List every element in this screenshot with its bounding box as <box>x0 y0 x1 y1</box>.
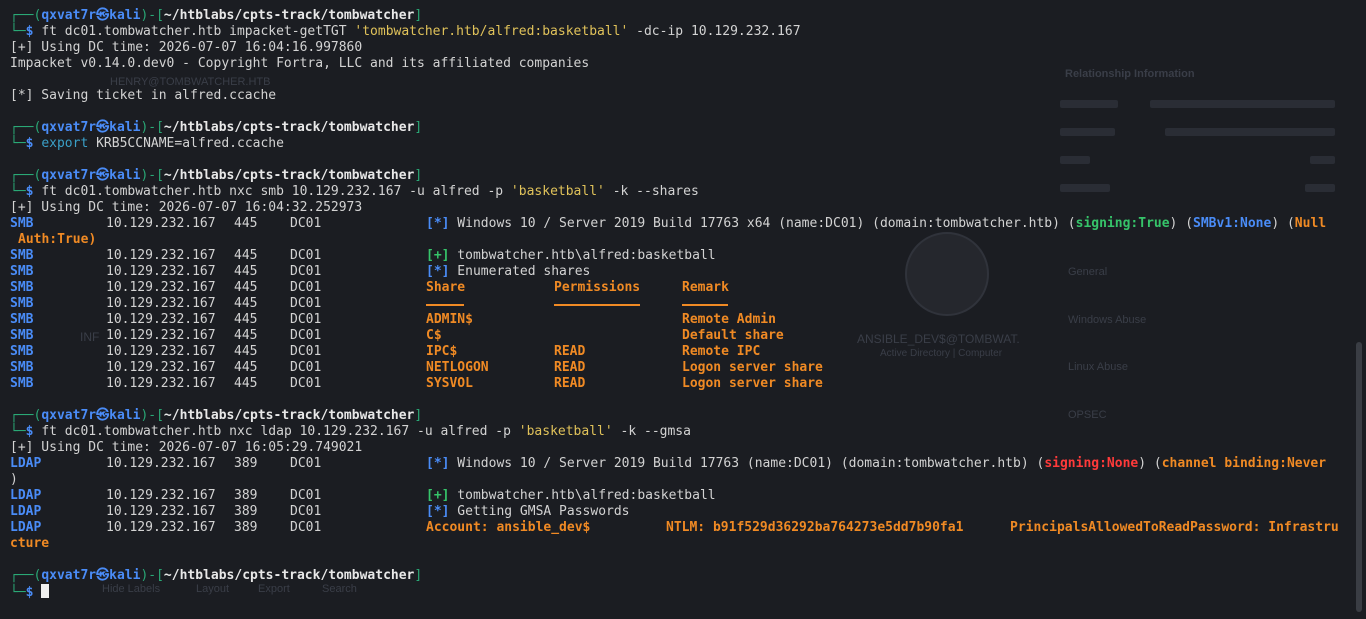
ldap-row: LDAP 10.129.232.167 389 DC01 [+] tombwatcher… <box>10 488 716 503</box>
output-line: Impacket v0.14.0.dev0 - Copyright Fortra… <box>10 56 590 71</box>
command-line: └─$ ft dc01.tombwatcher.htb nxc ldap 10.… <box>10 424 691 439</box>
output-line: [+] Using DC time: 2026-07-07 16:05:29.7… <box>10 440 363 455</box>
terminal-output[interactable]: ┌──(qxvat7r㉿kali)-[~/htblabs/cpts-track/… <box>10 8 1348 600</box>
smb-share-row: SMB 10.129.232.167 445 DC01 IPC$ READ Remote … <box>10 344 761 359</box>
smb-share-divider: SMB 10.129.232.167 445 DC01 <box>10 296 1348 312</box>
smb-row: SMB 10.129.232.167 445 DC01 [*] Enumerated s… <box>10 264 591 279</box>
prompt-line: ┌──(qxvat7r㉿kali)-[~/htblabs/cpts-track/… <box>10 168 423 183</box>
text-cursor <box>41 584 50 598</box>
ldap-row: LDAP 10.129.232.167 389 DC01 [*] Getting GMS… <box>10 504 630 519</box>
prompt-line: ┌──(qxvat7r㉿kali)-[~/htblabs/cpts-track/… <box>10 120 423 135</box>
prompt-line: ┌──(qxvat7r㉿kali)-[~/htblabs/cpts-track/… <box>10 408 423 423</box>
output-line: [+] Using DC time: 2026-07-07 16:04:32.2… <box>10 200 363 215</box>
output-line: [+] Using DC time: 2026-07-07 16:04:16.9… <box>10 40 363 55</box>
output-line: [*] Saving ticket in alfred.ccache <box>10 88 277 103</box>
ldap-gmsa-wrap: cture <box>10 536 50 551</box>
command-line: └─$ export KRB5CCNAME=alfred.ccache <box>10 136 284 151</box>
command-line[interactable]: └─$ <box>10 584 1348 600</box>
smb-share-row: SMB 10.129.232.167 445 DC01 ADMIN$ Remote Ad… <box>10 312 776 327</box>
smb-share-row: SMB 10.129.232.167 445 DC01 C$ Default share <box>10 328 784 343</box>
smb-row: SMB 10.129.232.167 445 DC01 [*] Windows 10 /… <box>10 216 1327 231</box>
command-line: └─$ ft dc01.tombwatcher.htb nxc smb 10.1… <box>10 184 699 199</box>
smb-row-wrap: Auth:True) <box>18 232 97 247</box>
smb-row: SMB 10.129.232.167 445 DC01 [+] tombwatcher.… <box>10 248 716 263</box>
smb-share-row: SMB 10.129.232.167 445 DC01 NETLOGON READ Log… <box>10 360 823 375</box>
smb-share-header: SMB 10.129.232.167 445 DC01 Share Permission… <box>10 280 729 295</box>
ldap-row-wrap: ) <box>10 472 18 487</box>
command-line: └─$ ft dc01.tombwatcher.htb impacket-get… <box>10 24 801 39</box>
terminal-scrollbar[interactable] <box>1356 342 1362 612</box>
ldap-row: LDAP 10.129.232.167 389 DC01 [*] Windows 10 … <box>10 456 1327 471</box>
prompt-line: ┌──(qxvat7r㉿kali)-[~/htblabs/cpts-track/… <box>10 8 423 23</box>
prompt-line: ┌──(qxvat7r㉿kali)-[~/htblabs/cpts-track/… <box>10 568 423 583</box>
smb-share-row: SMB 10.129.232.167 445 DC01 SYSVOL READ Logon… <box>10 376 823 391</box>
ldap-gmsa-row: LDAP 10.129.232.167 389 DC01 Account: ansib… <box>10 520 1339 535</box>
